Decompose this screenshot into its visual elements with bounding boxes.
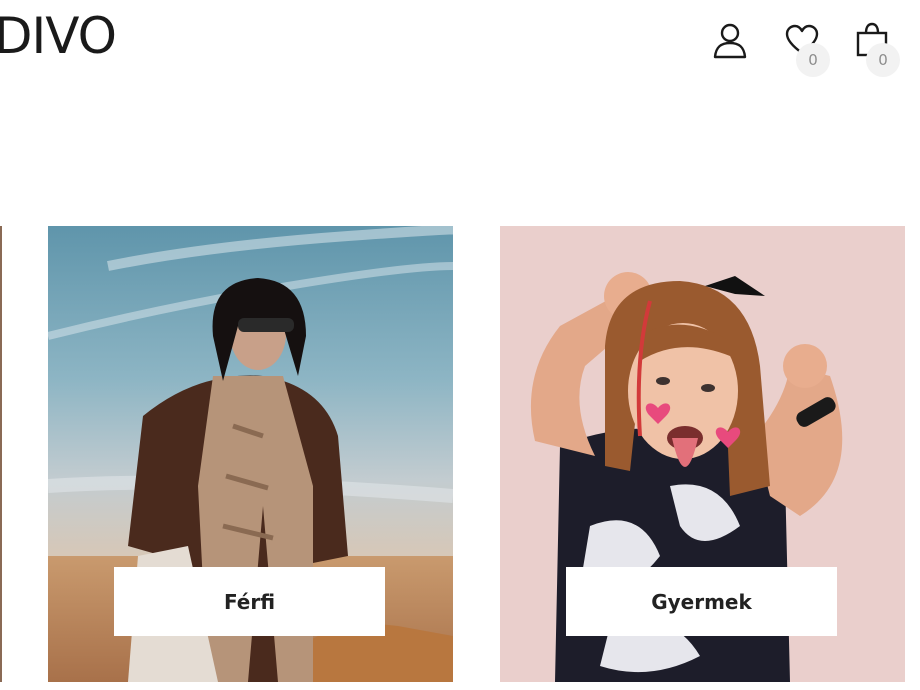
cart-count-badge: 0 [866,43,900,77]
category-card-kids[interactable]: Gyermek [500,226,905,682]
user-icon[interactable] [712,22,748,60]
category-label-men[interactable]: Férfi [114,567,385,636]
previous-category-card-edge [0,226,2,682]
site-logo[interactable]: DIVO [0,6,117,66]
category-label-kids[interactable]: Gyermek [566,567,837,636]
category-card-men[interactable]: Férfi [48,226,453,682]
wishlist-count-badge: 0 [796,43,830,77]
